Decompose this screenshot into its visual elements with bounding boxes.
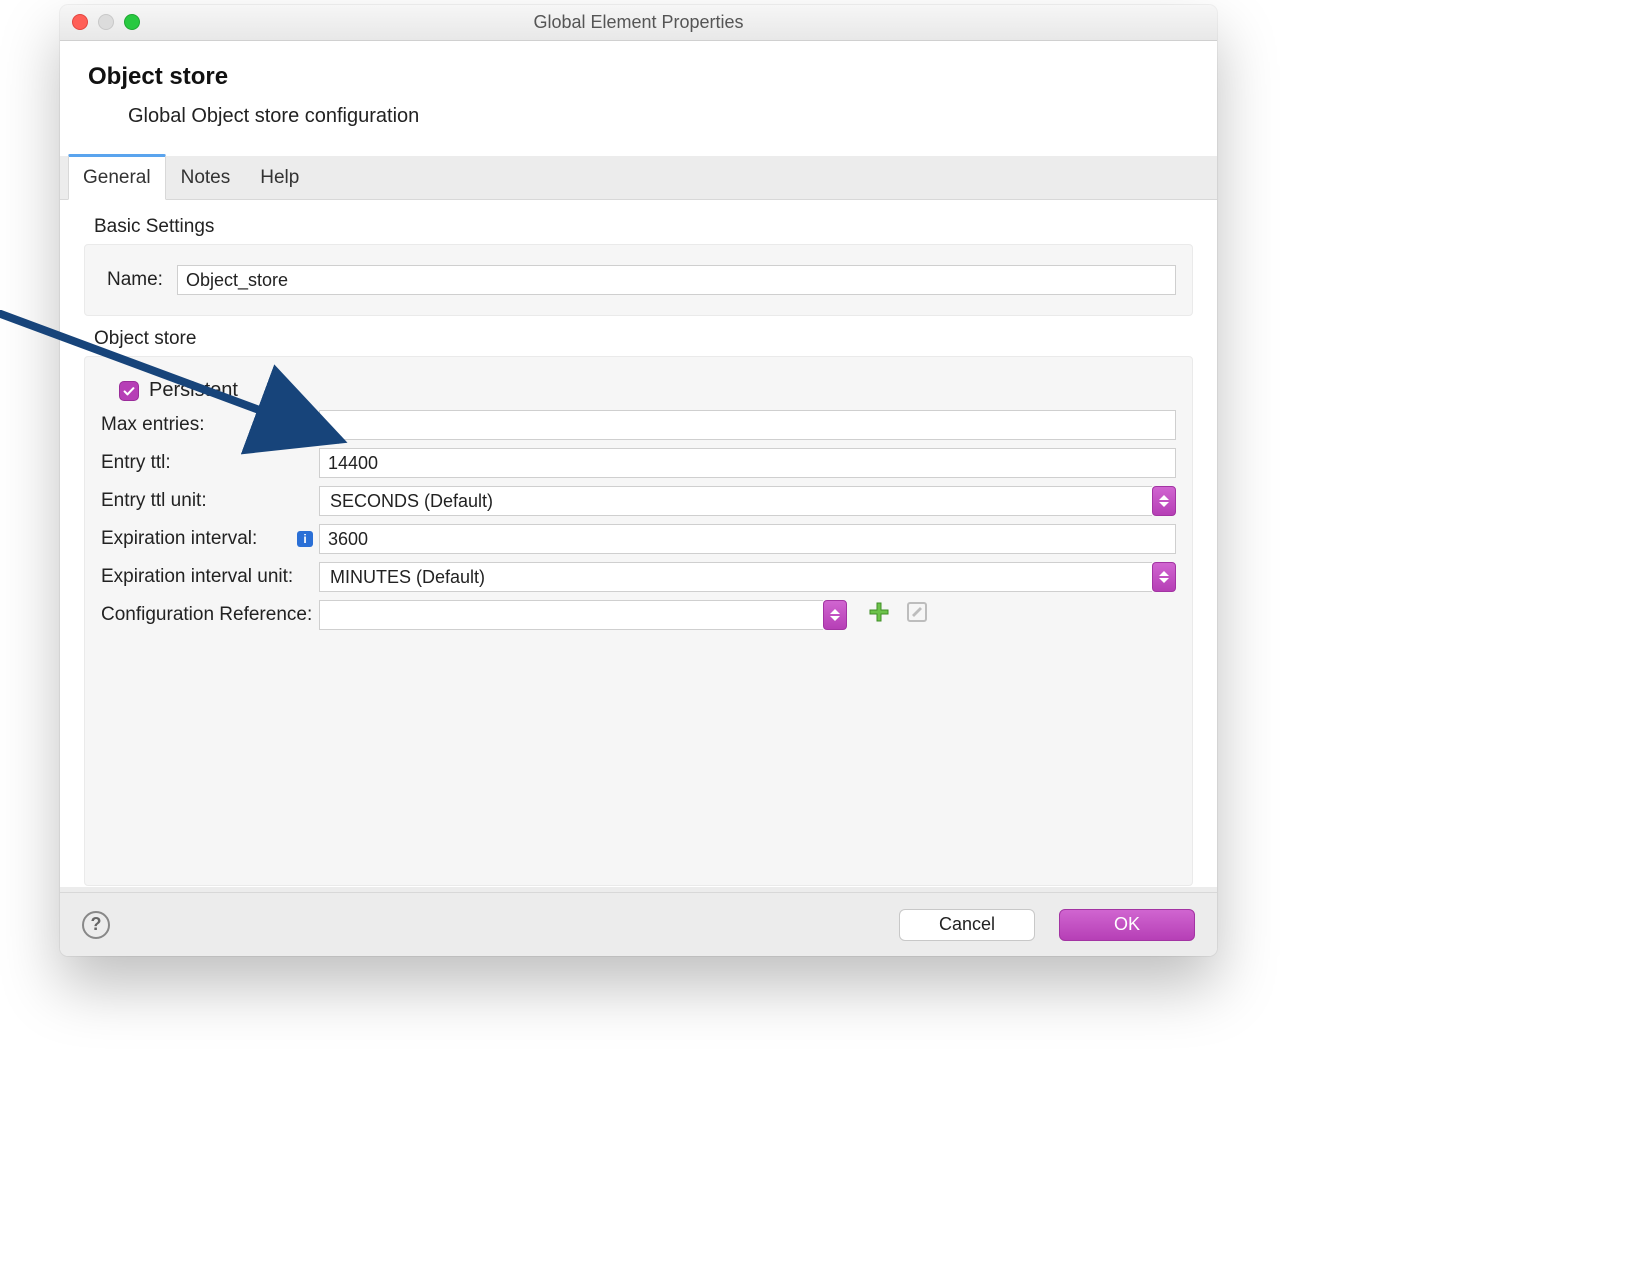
entry-ttl-unit-select[interactable]: SECONDS (Default) xyxy=(319,486,1176,516)
dialog-footer: ? Cancel OK xyxy=(60,892,1217,956)
ok-button[interactable]: OK xyxy=(1059,909,1195,941)
configuration-reference-select[interactable] xyxy=(319,600,847,630)
cancel-button[interactable]: Cancel xyxy=(899,909,1035,941)
page-title: Object store xyxy=(88,63,1189,91)
window-title: Global Element Properties xyxy=(533,12,743,33)
object-store-panel: Persistent Max entries: Entry ttl: Entry… xyxy=(84,356,1193,886)
minimize-window-button[interactable] xyxy=(98,14,114,30)
tab-help[interactable]: Help xyxy=(245,156,314,200)
expiration-interval-label-wrap: Expiration interval: i xyxy=(101,528,319,550)
info-icon: i xyxy=(297,531,313,547)
window-controls xyxy=(72,14,140,30)
add-icon[interactable] xyxy=(867,600,891,630)
tab-bar: General Notes Help xyxy=(60,156,1217,200)
max-entries-input[interactable] xyxy=(319,410,1176,440)
chevron-updown-icon xyxy=(1152,562,1176,592)
basic-settings-label: Basic Settings xyxy=(94,216,1189,238)
entry-ttl-input[interactable] xyxy=(319,448,1176,478)
dialog-header: Object store Global Object store configu… xyxy=(60,41,1217,156)
entry-ttl-unit-value: SECONDS (Default) xyxy=(319,486,1152,516)
persistent-label: Persistent xyxy=(149,379,238,402)
chevron-updown-icon xyxy=(823,600,847,630)
configuration-reference-value xyxy=(319,600,823,630)
basic-settings-panel: Name: xyxy=(84,244,1193,316)
page-subtitle: Global Object store configuration xyxy=(128,105,1189,128)
tab-notes[interactable]: Notes xyxy=(166,156,246,200)
configuration-reference-label: Configuration Reference: xyxy=(101,604,319,626)
chevron-updown-icon xyxy=(1152,486,1176,516)
expiration-interval-unit-label: Expiration interval unit: xyxy=(101,566,319,588)
entry-ttl-label: Entry ttl: xyxy=(101,452,319,474)
persistent-checkbox[interactable] xyxy=(119,381,139,401)
max-entries-label: Max entries: xyxy=(101,414,319,436)
expiration-interval-input[interactable] xyxy=(319,524,1176,554)
expiration-interval-unit-value: MINUTES (Default) xyxy=(319,562,1152,592)
expiration-interval-label: Expiration interval: xyxy=(101,528,297,550)
entry-ttl-unit-label: Entry ttl unit: xyxy=(101,490,319,512)
tab-content: Basic Settings Name: Object store Persis… xyxy=(60,199,1217,887)
object-store-label: Object store xyxy=(94,328,1189,350)
dialog-window: Global Element Properties Object store G… xyxy=(60,5,1217,956)
tab-general[interactable]: General xyxy=(68,154,166,200)
name-input[interactable] xyxy=(177,265,1176,295)
help-icon[interactable]: ? xyxy=(82,911,110,939)
titlebar: Global Element Properties xyxy=(60,5,1217,41)
close-window-button[interactable] xyxy=(72,14,88,30)
zoom-window-button[interactable] xyxy=(124,14,140,30)
edit-icon[interactable] xyxy=(905,600,929,630)
name-label: Name: xyxy=(107,269,177,291)
check-icon xyxy=(122,384,136,398)
expiration-interval-unit-select[interactable]: MINUTES (Default) xyxy=(319,562,1176,592)
